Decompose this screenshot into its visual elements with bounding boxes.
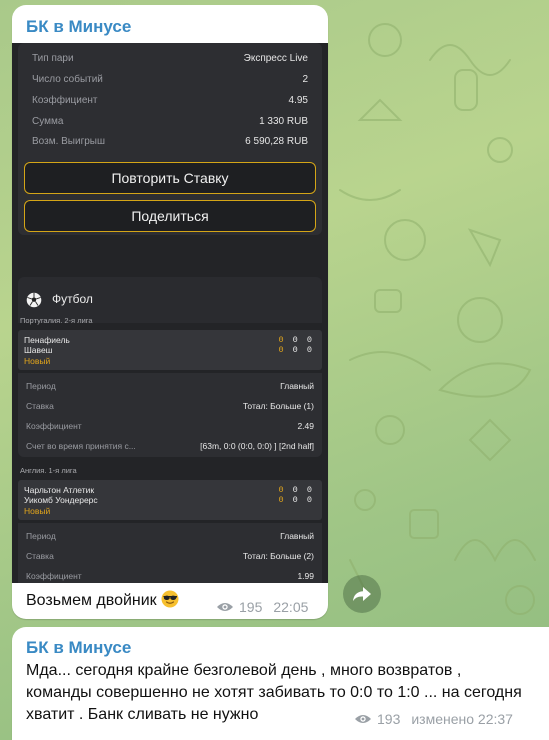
detail-value: Тотал: Больше (2) [242, 551, 314, 561]
score-cell: 0 [278, 345, 286, 355]
detail-key: Коэффициент [26, 571, 82, 581]
repeat-bet-button[interactable]: Повторить Ставку [24, 162, 316, 194]
views-count: 193 [377, 711, 401, 727]
score-cell: 0 [278, 495, 286, 505]
score-cell: 0 [292, 495, 300, 505]
summary-row: Возм. Выигрыш 6 590,28 RUB [32, 136, 308, 152]
score-line: 0 0 0 [278, 485, 314, 495]
score-cell: 0 [292, 485, 300, 495]
sunglasses-emoji-icon [161, 590, 179, 608]
soccer-ball-icon [26, 292, 42, 308]
summary-value: Экспресс Live [243, 53, 308, 64]
summary-value: 6 590,28 RUB [245, 136, 308, 147]
message-meta: 193 изменено 22:37 [354, 711, 513, 727]
summary-value: 1 330 RUB [259, 116, 308, 127]
bet-details: Период Главный Ставка Тотал: Больше (1) … [18, 373, 322, 457]
summary-key: Число событий [32, 74, 103, 85]
detail-key: Ставка [26, 401, 54, 411]
detail-row: Ставка Тотал: Больше (2) [26, 551, 314, 565]
league-label: Англия. 1-я лига [20, 466, 77, 475]
detail-row: Период Главный [26, 531, 314, 545]
summary-key: Сумма [32, 116, 64, 127]
forward-arrow-icon [353, 587, 371, 601]
message-time: 22:05 [273, 599, 309, 615]
detail-key: Счет во время принятия с... [26, 441, 136, 451]
bet-details: Период Главный Ставка Тотал: Больше (2) … [18, 523, 322, 583]
detail-key: Период [26, 381, 56, 391]
channel-name[interactable]: БК в Минусе [26, 638, 131, 658]
detail-row: Счет во время принятия с... [63m, 0:0 (0… [26, 441, 314, 455]
bet-slip-screenshot[interactable]: Тип пари Экспресс Live Число событий 2 К… [12, 43, 328, 583]
bet-status: Новый [24, 356, 51, 366]
score-cell: 0 [306, 485, 314, 495]
match-row[interactable]: Пенафиель Шавеш Новый 0 0 0 0 0 0 [18, 330, 322, 370]
summary-key: Возм. Выигрыш [32, 136, 105, 147]
team-name: Чарльтон Атлетик [24, 485, 95, 495]
sport-name: Футбол [52, 292, 93, 306]
detail-value: 1.99 [297, 571, 314, 581]
detail-value: Главный [280, 531, 314, 541]
score-line: 0 0 0 [278, 345, 314, 355]
message-meta: 195 22:05 [216, 599, 308, 615]
team-name: Шавеш [24, 345, 53, 355]
score-cell: 0 [292, 335, 300, 345]
message-bubble-2[interactable]: БК в Минусе Мда... сегодня крайне безгол… [12, 627, 549, 740]
score-cell: 0 [306, 335, 314, 345]
views-count: 195 [239, 599, 263, 615]
message-caption: Возьмем двойник [26, 590, 179, 610]
team-name: Уикомб Уондерерс [24, 495, 98, 505]
detail-value: [63m, 0:0 (0:0, 0:0) ] [2nd half] [200, 441, 314, 451]
caption-text: Возьмем двойник [26, 592, 157, 609]
score-cell: 0 [278, 485, 286, 495]
score-cell: 0 [306, 495, 314, 505]
score-cell: 0 [278, 335, 286, 345]
detail-row: Период Главный [26, 381, 314, 395]
message-bubble-1[interactable]: БК в Минусе Тип пари Экспресс Live Число… [12, 5, 328, 619]
score-cell: 0 [292, 345, 300, 355]
views-eye-icon [217, 603, 233, 611]
detail-row: Коэффициент 1.99 [26, 571, 314, 583]
summary-key: Тип пари [32, 53, 74, 64]
match-row[interactable]: Чарльтон Атлетик Уикомб Уондерерс Новый … [18, 480, 322, 520]
summary-row: Коэффициент 4.95 [32, 95, 308, 111]
summary-row: Тип пари Экспресс Live [32, 53, 308, 69]
share-bet-button[interactable]: Поделиться [24, 200, 316, 232]
score-line: 0 0 0 [278, 335, 314, 345]
detail-row: Коэффициент 2.49 [26, 421, 314, 435]
league-label: Португалия. 2-я лига [20, 316, 93, 325]
summary-key: Коэффициент [32, 95, 98, 106]
summary-value: 4.95 [288, 95, 308, 106]
detail-value: Тотал: Больше (1) [242, 401, 314, 411]
detail-key: Коэффициент [26, 421, 82, 431]
bet-status: Новый [24, 506, 51, 516]
summary-value: 2 [302, 74, 308, 85]
detail-value: 2.49 [297, 421, 314, 431]
views-eye-icon [355, 715, 371, 723]
summary-row: Сумма 1 330 RUB [32, 116, 308, 132]
detail-value: Главный [280, 381, 314, 391]
detail-key: Ставка [26, 551, 54, 561]
forward-button[interactable] [343, 575, 381, 613]
detail-key: Период [26, 531, 56, 541]
bet-summary-card: Тип пари Экспресс Live Число событий 2 К… [18, 43, 322, 235]
score-cell: 0 [306, 345, 314, 355]
summary-row: Число событий 2 [32, 74, 308, 90]
score-line: 0 0 0 [278, 495, 314, 505]
message-time: изменено 22:37 [411, 711, 513, 727]
team-name: Пенафиель [24, 335, 70, 345]
channel-name[interactable]: БК в Минусе [26, 17, 131, 37]
detail-row: Ставка Тотал: Больше (1) [26, 401, 314, 415]
